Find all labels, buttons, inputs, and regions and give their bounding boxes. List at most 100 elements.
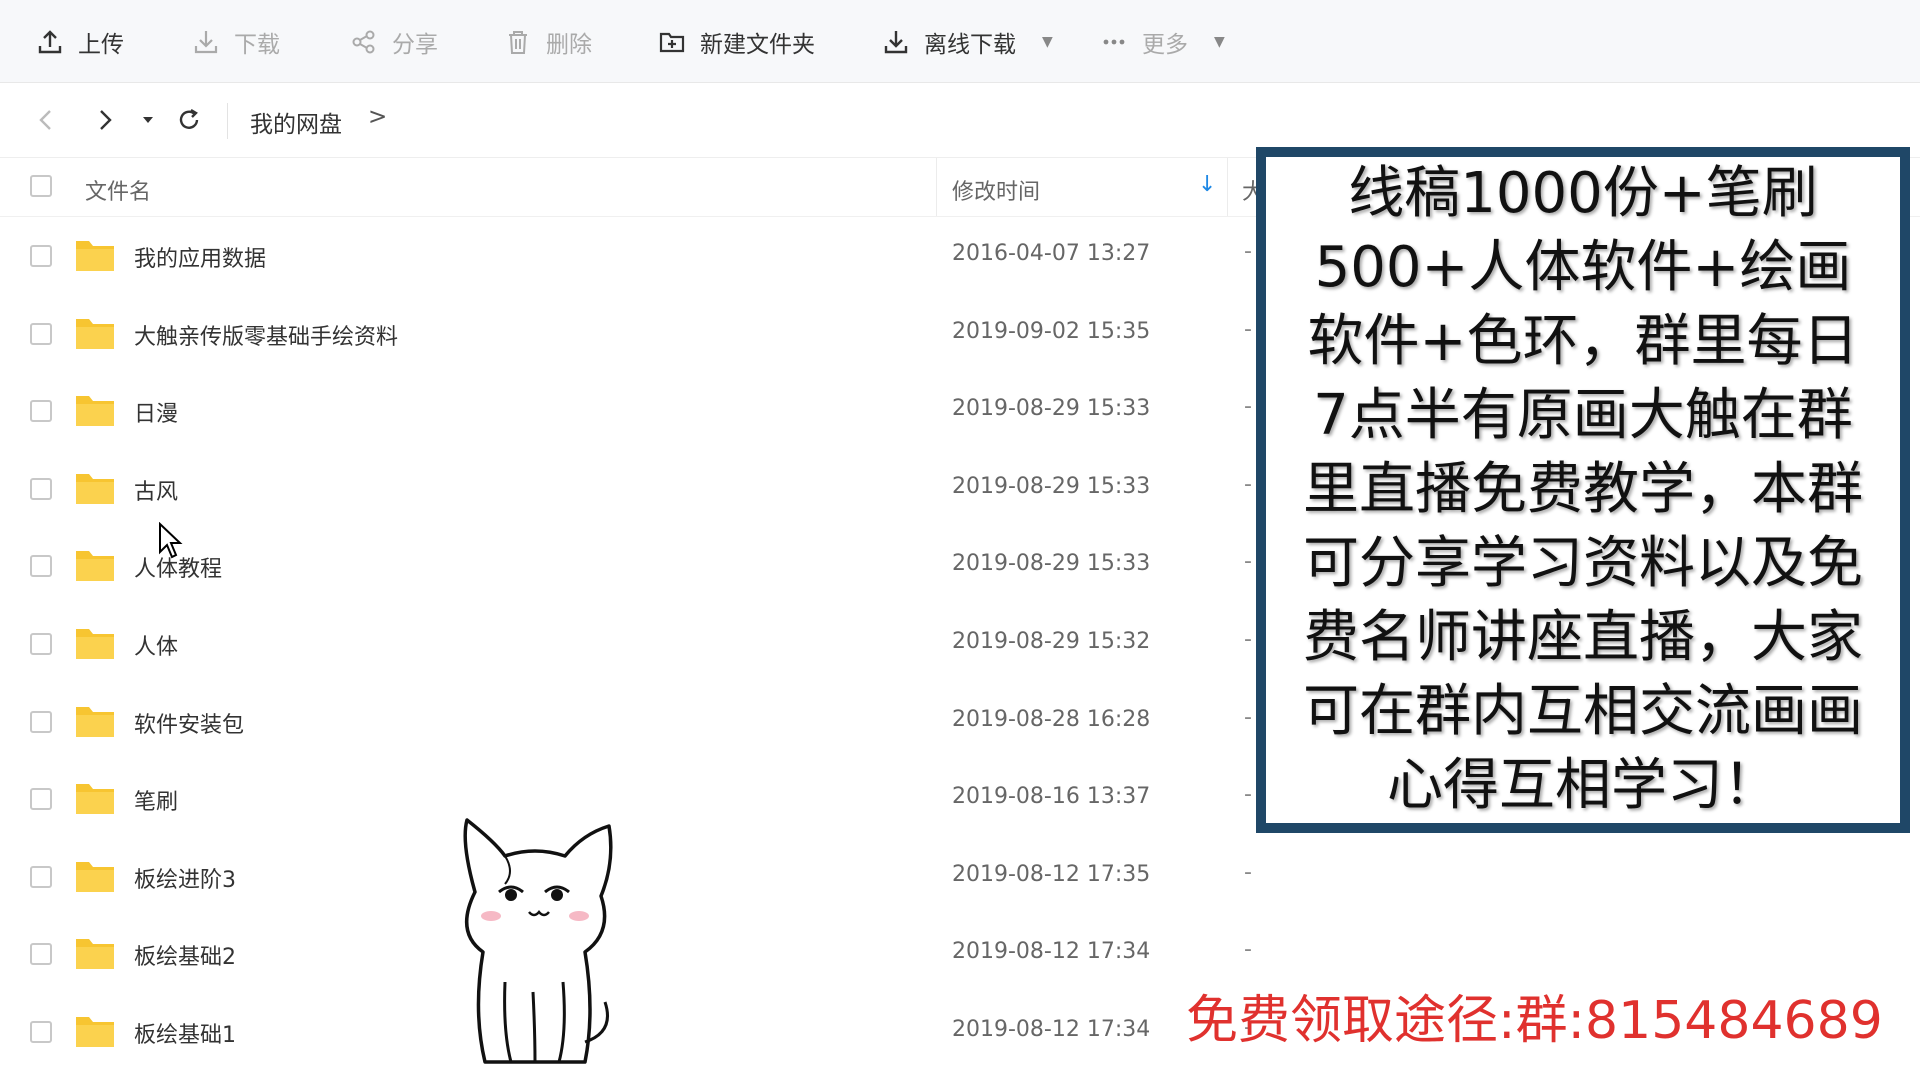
file-name[interactable]: 板绘基础1 xyxy=(134,1017,236,1049)
upload-icon xyxy=(38,30,62,54)
file-name[interactable]: 大触亲传版零基础手绘资料 xyxy=(134,319,398,351)
download-button[interactable]: 下载 xyxy=(192,22,280,62)
back-button[interactable] xyxy=(28,101,66,139)
table-row[interactable]: 人体教程 2019-08-29 15:33- xyxy=(0,527,1260,605)
new-folder-label: 新建文件夹 xyxy=(700,32,815,58)
upload-label: 上传 xyxy=(78,32,124,58)
file-modified-time: 2019-08-29 15:33 xyxy=(952,551,1151,577)
caret-down-icon xyxy=(143,117,153,123)
chevron-down-icon[interactable]: ▼ xyxy=(1042,34,1053,50)
sort-desc-icon[interactable]: ↓ xyxy=(1198,172,1216,197)
table-row[interactable]: 板绘进阶3 2019-08-12 17:35 - xyxy=(0,838,1260,916)
divider xyxy=(936,158,937,216)
file-size: - xyxy=(1244,782,1252,808)
file-modified-time: 2019-08-12 17:34 xyxy=(952,1017,1151,1042)
table-row[interactable]: 大触亲传版零基础手绘资料 2019-09-02 15:35 - xyxy=(0,295,1260,373)
file-size: - xyxy=(1244,394,1252,420)
row-checkbox[interactable] xyxy=(30,322,52,345)
folder-icon xyxy=(76,318,114,349)
delete-label: 删除 xyxy=(546,32,592,58)
new-folder-button[interactable]: 新建文件夹 xyxy=(658,22,815,62)
more-icon xyxy=(1103,39,1125,45)
folder-icon xyxy=(76,861,114,892)
file-name[interactable]: 板绘进阶3 xyxy=(134,862,236,894)
breadcrumb-root[interactable]: 我的网盘 xyxy=(250,105,342,139)
row-checkbox[interactable] xyxy=(30,400,52,423)
row-checkbox[interactable] xyxy=(30,788,52,811)
offline-download-label: 离线下载 xyxy=(924,32,1016,58)
file-size: - xyxy=(1244,704,1252,730)
offline-download-button[interactable]: 离线下载 ▼ xyxy=(882,22,1053,62)
file-modified-time: 2016-04-07 13:27 xyxy=(952,241,1151,266)
select-all-checkbox[interactable] xyxy=(30,175,52,197)
table-row[interactable]: 人体 2019-08-29 15:32 - xyxy=(0,605,1260,683)
folder-icon xyxy=(76,939,114,970)
table-row[interactable]: 我的应用数据 2016-04-07 13:27 - xyxy=(0,217,1260,295)
table-row[interactable]: 板绘基础2 2019-08-12 17:34 - xyxy=(0,915,1260,993)
more-label: 更多 xyxy=(1142,32,1188,58)
table-row[interactable]: 古风 2019-08-29 15:33 - xyxy=(0,450,1260,528)
table-row[interactable]: 软件安装包 2019-08-28 16:28 - xyxy=(0,683,1260,761)
file-modified-time: 2019-08-29 15:33 xyxy=(952,473,1151,499)
file-size: - xyxy=(1244,859,1252,885)
forward-icon xyxy=(100,110,112,130)
row-checkbox[interactable] xyxy=(30,710,52,733)
file-name[interactable]: 我的应用数据 xyxy=(134,241,266,273)
refresh-icon xyxy=(179,108,199,129)
file-name[interactable]: 人体 xyxy=(134,629,178,661)
folder-icon xyxy=(76,1017,114,1047)
file-name[interactable]: 软件安装包 xyxy=(134,707,244,739)
mouse-cursor-icon xyxy=(159,522,183,559)
row-checkbox[interactable] xyxy=(30,943,52,966)
row-checkbox[interactable] xyxy=(30,633,52,655)
table-row[interactable]: 笔刷 2019-08-16 13:37 - xyxy=(0,760,1260,838)
new-folder-icon xyxy=(659,32,685,53)
table-row[interactable]: 日漫 2019-08-29 15:33 - xyxy=(0,372,1260,450)
more-button[interactable]: 更多 ▼ xyxy=(1100,22,1225,62)
file-size: - xyxy=(1244,627,1252,652)
history-dropdown[interactable] xyxy=(130,101,166,139)
toolbar: 上传 下载 分享 删除 新建文件夹 离线下载 ▼ 更多 ▼ xyxy=(0,0,1920,83)
file-modified-time: 2019-08-16 13:37 xyxy=(952,784,1151,810)
file-modified-time: 2019-08-12 17:34 xyxy=(952,939,1151,965)
download-label: 下载 xyxy=(234,32,280,58)
upload-button[interactable]: 上传 xyxy=(36,22,124,62)
folder-icon xyxy=(76,551,114,582)
delete-button[interactable]: 删除 xyxy=(504,22,592,62)
file-name[interactable]: 古风 xyxy=(134,474,178,506)
divider xyxy=(1227,158,1228,216)
row-checkbox[interactable] xyxy=(30,865,52,888)
offline-download-icon xyxy=(884,31,908,54)
share-button[interactable]: 分享 xyxy=(350,22,438,62)
delete-icon xyxy=(509,31,527,54)
share-label: 分享 xyxy=(392,32,438,58)
column-header-name[interactable]: 文件名 xyxy=(85,174,151,206)
folder-icon xyxy=(76,629,114,659)
folder-icon xyxy=(76,473,114,504)
breadcrumb-separator: > xyxy=(368,104,388,130)
row-checkbox[interactable] xyxy=(30,1021,52,1043)
folder-icon xyxy=(76,706,114,737)
row-checkbox[interactable] xyxy=(30,555,52,578)
file-modified-time: 2019-08-12 17:35 xyxy=(952,861,1151,887)
folder-icon xyxy=(76,241,114,271)
column-header-modified[interactable]: 修改时间 xyxy=(952,174,1040,206)
download-icon xyxy=(194,31,218,54)
promo-notice-box: 线稿1000份+笔刷500+人体软件+绘画软件+色环，群里每日7点半有原画大触在… xyxy=(1256,147,1910,833)
forward-button[interactable] xyxy=(86,101,124,139)
file-name[interactable]: 笔刷 xyxy=(134,784,178,816)
table-row[interactable]: 板绘基础1 2019-08-12 17:34- xyxy=(0,993,1260,1071)
refresh-button[interactable] xyxy=(170,101,208,139)
file-name[interactable]: 日漫 xyxy=(134,396,178,428)
file-size: - xyxy=(1244,239,1252,264)
file-size: - xyxy=(1244,937,1252,963)
file-name[interactable]: 板绘基础2 xyxy=(134,939,236,971)
folder-icon xyxy=(76,396,114,427)
row-checkbox[interactable] xyxy=(30,477,52,500)
chevron-down-icon[interactable]: ▼ xyxy=(1214,34,1225,50)
file-size: - xyxy=(1244,316,1252,342)
file-size: - xyxy=(1244,549,1252,575)
row-checkbox[interactable] xyxy=(30,245,52,267)
folder-icon xyxy=(76,784,114,815)
share-icon xyxy=(352,30,375,54)
